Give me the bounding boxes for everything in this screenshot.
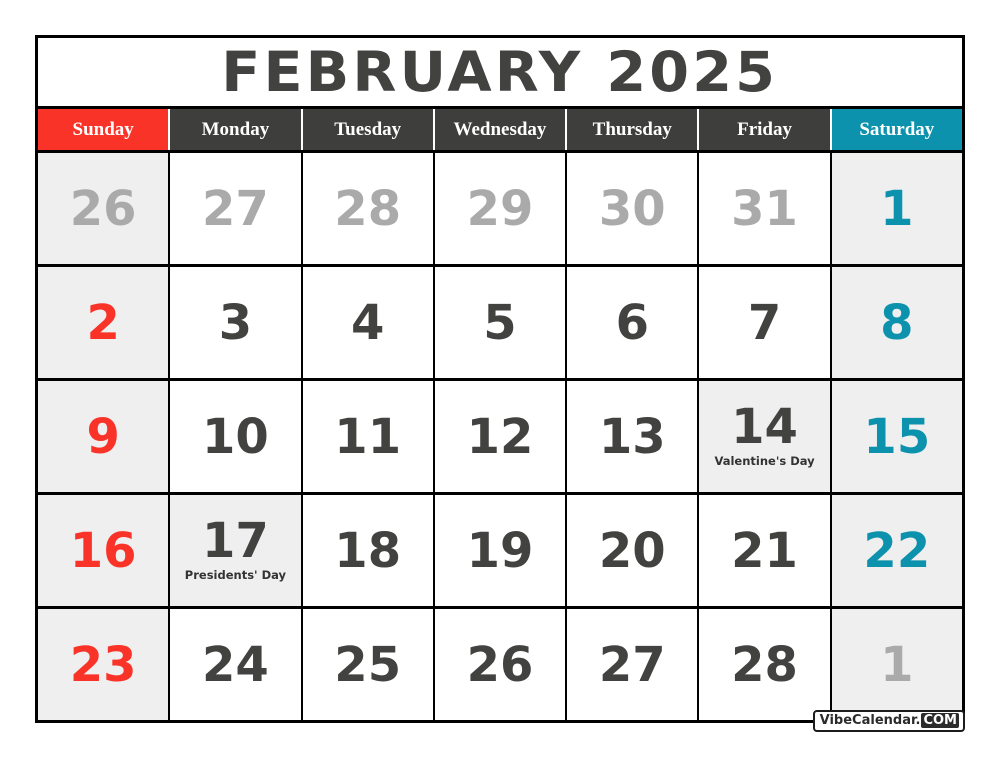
- page-title: FEBRUARY 2025: [221, 39, 779, 104]
- calendar-title-bar: FEBRUARY 2025: [38, 38, 962, 109]
- day-cell[interactable]: 28: [699, 609, 832, 720]
- day-number: 31: [731, 180, 798, 237]
- day-number: 1: [880, 636, 914, 693]
- day-cell[interactable]: 28: [302, 153, 435, 264]
- day-cell[interactable]: 14 Valentine's Day: [699, 381, 832, 492]
- day-cell[interactable]: 30: [567, 153, 700, 264]
- day-cell[interactable]: 24: [170, 609, 303, 720]
- week-row: 9 10 11 12 13 14 Valentine's Day 15: [38, 381, 962, 495]
- week-row: 26 27 28 29 30 31 1: [38, 153, 962, 267]
- day-cell[interactable]: 1: [831, 609, 962, 720]
- weekday-header-friday: Friday: [699, 109, 832, 150]
- day-cell[interactable]: 19: [434, 495, 568, 606]
- weekday-label: Sunday: [72, 118, 134, 140]
- day-cell[interactable]: 5: [434, 267, 568, 378]
- day-number: 22: [863, 522, 931, 579]
- day-number: 8: [880, 294, 914, 351]
- day-cell[interactable]: 31: [699, 153, 832, 264]
- day-number: 5: [483, 294, 517, 351]
- day-cell[interactable]: 27: [170, 153, 303, 264]
- day-number: 9: [86, 408, 120, 465]
- day-number: 4: [351, 294, 385, 351]
- day-cell[interactable]: 29: [434, 153, 568, 264]
- day-number: 7: [747, 294, 782, 351]
- day-number: 25: [334, 636, 402, 693]
- weekday-header-monday: Monday: [170, 109, 303, 150]
- day-cell[interactable]: 12: [434, 381, 568, 492]
- day-cell[interactable]: 17 Presidents' Day: [170, 495, 303, 606]
- day-number: 26: [466, 636, 534, 693]
- day-number: 27: [202, 180, 269, 237]
- calendar-grid: 26 27 28 29 30 31 1 2 3 4 5 6 7 8 9 10 11 12 13 14 Valentine…: [38, 153, 962, 720]
- weekday-label: Monday: [201, 118, 270, 140]
- weekday-header-row: Sunday Monday Tuesday Wednesday Thursday Frid…: [38, 109, 962, 153]
- weekday-header-tuesday: Tuesday: [302, 109, 435, 150]
- day-number: 3: [218, 294, 253, 351]
- day-cell[interactable]: 7: [699, 267, 832, 378]
- week-row: 2 3 4 5 6 7 8: [38, 267, 962, 381]
- watermark-tld: COM: [921, 713, 959, 728]
- day-cell[interactable]: 25: [302, 609, 435, 720]
- weekday-label: Wednesday: [453, 118, 547, 140]
- day-number: 30: [598, 180, 666, 237]
- day-number: 13: [598, 408, 666, 465]
- day-cell[interactable]: 8: [831, 267, 962, 378]
- day-number: 24: [202, 636, 269, 693]
- day-cell[interactable]: 20: [567, 495, 700, 606]
- day-number: 6: [615, 294, 649, 351]
- day-cell[interactable]: 3: [170, 267, 303, 378]
- day-number: 21: [731, 522, 798, 579]
- day-cell[interactable]: 6: [567, 267, 700, 378]
- day-cell[interactable]: 9: [38, 381, 171, 492]
- weekday-header-saturday: Saturday: [831, 109, 962, 150]
- day-cell[interactable]: 21: [699, 495, 832, 606]
- week-row: 16 17 Presidents' Day 18 19 20 21 22: [38, 495, 962, 609]
- calendar: FEBRUARY 2025 Sunday Monday Tuesday Wednesd…: [35, 35, 965, 732]
- weekday-label: Friday: [737, 118, 792, 140]
- day-number: 28: [334, 180, 402, 237]
- weekday-label: Thursday: [592, 118, 672, 140]
- day-number: 23: [69, 636, 137, 693]
- day-cell[interactable]: 16: [38, 495, 171, 606]
- day-number: 28: [731, 636, 798, 693]
- day-cell[interactable]: 18: [302, 495, 435, 606]
- weekday-header-thursday: Thursday: [567, 109, 700, 150]
- weekday-label: Saturday: [859, 118, 935, 140]
- day-number: 1: [880, 180, 914, 237]
- day-cell[interactable]: 27: [567, 609, 700, 720]
- day-number: 11: [334, 408, 402, 465]
- week-row: 23 24 25 26 27 28 1: [38, 609, 962, 720]
- day-number: 29: [466, 180, 534, 237]
- watermark: VibeCalendar. COM: [812, 710, 965, 732]
- day-cell[interactable]: 4: [302, 267, 435, 378]
- day-cell[interactable]: 11: [302, 381, 435, 492]
- day-cell[interactable]: 23: [38, 609, 171, 720]
- day-number: 26: [69, 180, 137, 237]
- day-number: 15: [863, 408, 931, 465]
- weekday-header-wednesday: Wednesday: [434, 109, 568, 150]
- day-number: 2: [86, 294, 120, 351]
- holiday-label: Valentine's Day: [714, 454, 815, 468]
- day-number: 20: [598, 522, 666, 579]
- day-number: 12: [466, 408, 534, 465]
- day-number: 27: [598, 636, 666, 693]
- day-cell[interactable]: 26: [38, 153, 171, 264]
- day-number: 19: [466, 522, 534, 579]
- day-number: 10: [202, 408, 269, 465]
- day-number: 16: [69, 522, 137, 579]
- day-cell[interactable]: 13: [567, 381, 700, 492]
- day-number: 14: [731, 399, 798, 455]
- watermark-name: VibeCalendar.: [819, 713, 921, 728]
- weekday-header-sunday: Sunday: [38, 109, 171, 150]
- weekday-label: Tuesday: [334, 118, 402, 140]
- day-cell[interactable]: 22: [831, 495, 962, 606]
- day-cell[interactable]: 15: [831, 381, 962, 492]
- day-cell[interactable]: 2: [38, 267, 171, 378]
- day-number: 17: [202, 513, 269, 569]
- holiday-label: Presidents' Day: [184, 568, 287, 582]
- day-number: 18: [334, 522, 402, 579]
- day-cell[interactable]: 26: [434, 609, 568, 720]
- day-cell[interactable]: 1: [831, 153, 962, 264]
- day-cell[interactable]: 10: [170, 381, 303, 492]
